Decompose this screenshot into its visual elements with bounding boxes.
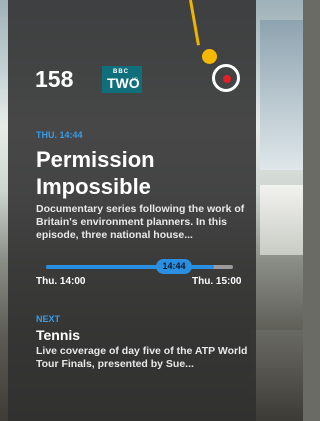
- background-window-lower: [260, 185, 303, 255]
- program-start-time: Thu. 14:00: [36, 276, 86, 287]
- channel-logo-hd: HD: [132, 76, 138, 81]
- program-title: Permission Impossible: [36, 147, 155, 199]
- next-program-title: Tennis: [36, 327, 81, 343]
- now-time-label: THU. 14:44: [36, 130, 83, 140]
- channel-logo: BBC TWO HD: [102, 66, 142, 93]
- channel-number: 158: [35, 66, 74, 92]
- progress-bar: [46, 265, 233, 269]
- record-button[interactable]: [212, 64, 242, 94]
- next-label: NEXT: [36, 314, 61, 324]
- background-desk: [250, 330, 303, 421]
- annotation-pointer-dot: [202, 49, 217, 64]
- annotation-pointer-line: [189, 0, 200, 46]
- program-end-time: Thu. 15:00: [192, 276, 242, 287]
- progress-current-time: 14:44: [156, 259, 192, 274]
- background-window: [260, 20, 303, 170]
- program-description: Documentary series following the work of…: [36, 203, 245, 241]
- record-dot-icon: [223, 75, 231, 83]
- next-program-description: Live coverage of day five of the ATP Wor…: [36, 345, 248, 370]
- epg-info-panel: 158 BBC TWO HD THU. 14:44 Permission Imp…: [8, 0, 256, 421]
